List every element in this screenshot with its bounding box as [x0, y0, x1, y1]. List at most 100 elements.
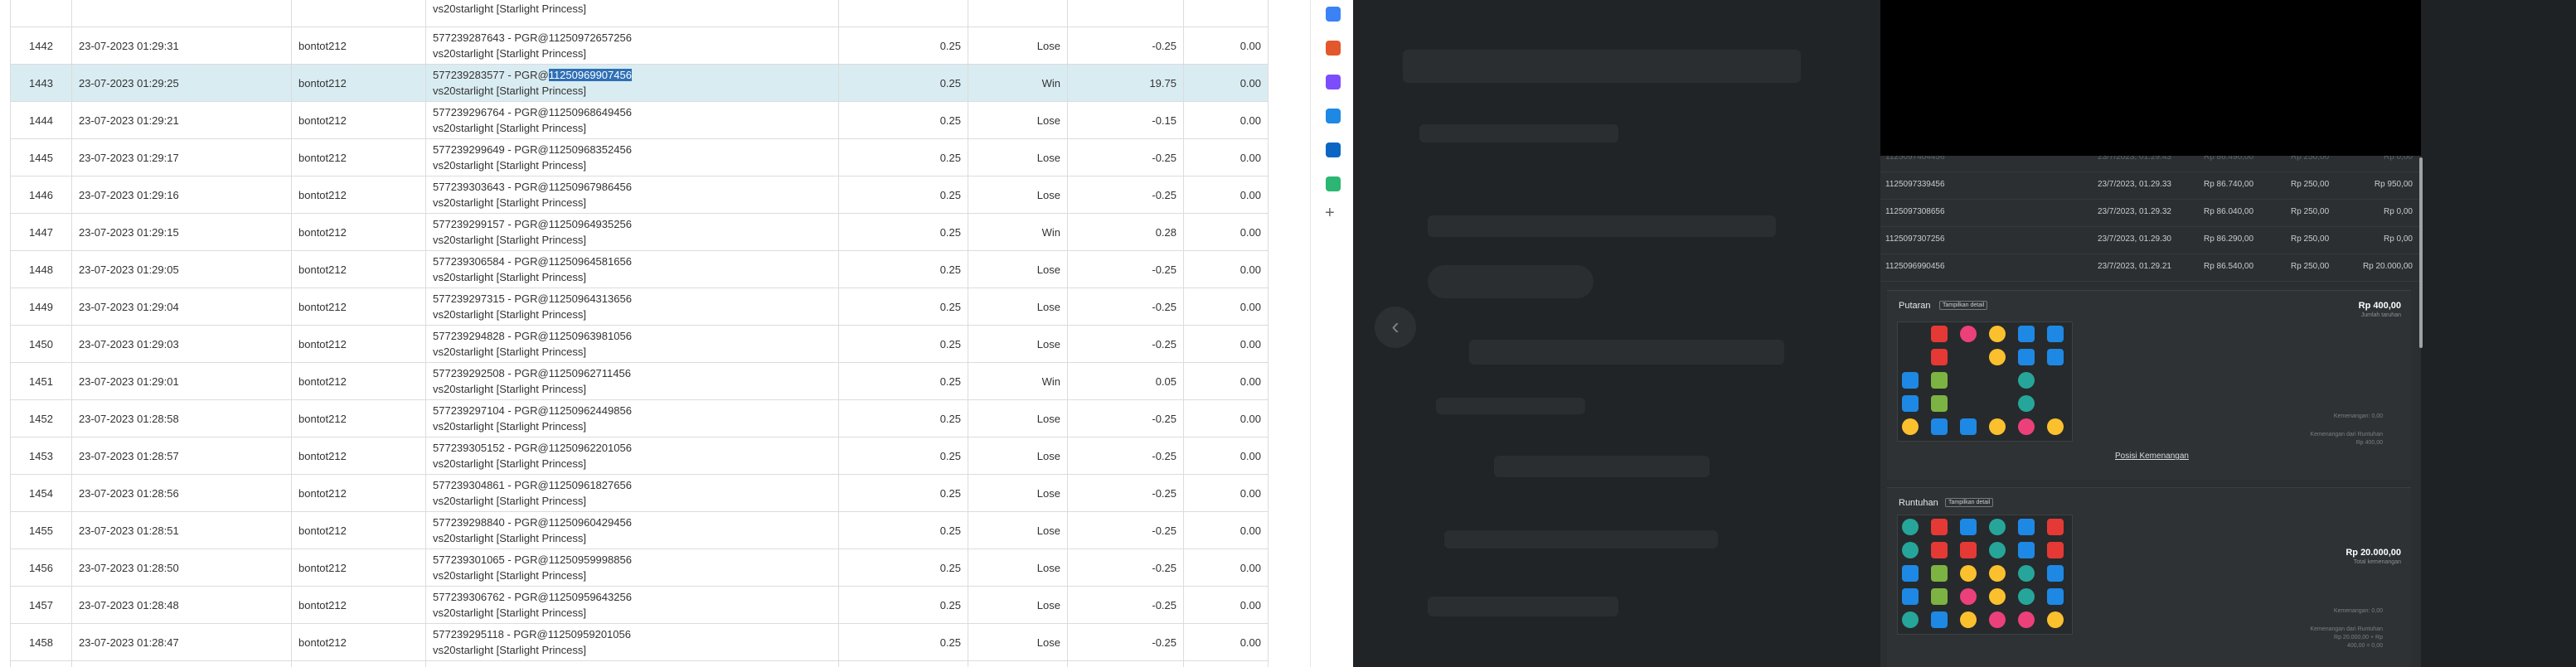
row-profit: -0.25	[1067, 250, 1184, 288]
row-username: bontot212	[291, 176, 426, 214]
globe-icon[interactable]	[1326, 109, 1341, 123]
gem-icon	[1902, 542, 1919, 558]
history-row[interactable]: 1125097339456 23/7/2023, 01.29.33 Rp 86.74…	[1880, 172, 2419, 200]
runtuhan-note-2: Kemenangan dari Runtuhan	[2310, 626, 2383, 632]
history-balance: Rp 86.490,00	[2204, 156, 2254, 162]
toolbox-icon[interactable]	[1326, 41, 1341, 56]
table-row[interactable]: 1449 23-07-2023 01:29:04 bontot212 57723929…	[10, 288, 1269, 326]
transaction-id-text: 577239292508 - PGR@11250962711456	[433, 367, 631, 379]
gem-icon	[1931, 418, 1948, 435]
row-date: 23-07-2023 01:29:31	[71, 27, 292, 65]
row-detail: 577239292508 - PGR@11250962711456 vs20sta…	[425, 362, 839, 400]
row-number: 1458	[10, 623, 72, 661]
table-row[interactable]: 1458 23-07-2023 01:28:47 bontot212 57723929…	[10, 623, 1269, 661]
row-game-name: vs20starlight [Starlight Princess]	[433, 47, 586, 60]
gem-icon	[1989, 542, 2006, 558]
table-row[interactable]: 1452 23-07-2023 01:28:58 bontot212 57723929…	[10, 399, 1269, 437]
gem-icon	[2047, 326, 2064, 342]
tag-icon[interactable]	[1326, 7, 1341, 22]
table-row[interactable]: 1457 23-07-2023 01:28:48 bontot212 57723930…	[10, 586, 1269, 624]
row-date: 23-07-2023 01:28:50	[71, 549, 292, 587]
row-number: 1446	[10, 176, 72, 214]
row-number: 1459	[10, 660, 72, 667]
history-win: Rp 0,00	[2383, 207, 2413, 216]
row-balance: 0.00	[1183, 399, 1269, 437]
table-row[interactable]: 1451 23-07-2023 01:29:01 bontot212 57723929…	[10, 362, 1269, 400]
transaction-id-text: 577239301065 - PGR@11250959998856	[433, 553, 632, 566]
row-profit: -0.25	[1067, 660, 1184, 667]
history-bet: Rp 250,00	[2291, 180, 2330, 189]
gem-icon	[2018, 588, 2035, 605]
history-row[interactable]: 1125097308656 23/7/2023, 01.29.32 Rp 86.04…	[1880, 199, 2419, 227]
table-row[interactable]: 1454 23-07-2023 01:28:56 bontot212 57723930…	[10, 474, 1269, 512]
history-scrollbar[interactable]	[2419, 157, 2423, 348]
table-row[interactable]: 1453 23-07-2023 01:28:57 bontot212 57723930…	[10, 437, 1269, 475]
gem-icon	[2018, 372, 2035, 389]
table-row[interactable]: 1447 23-07-2023 01:29:15 bontot212 57723929…	[10, 213, 1269, 251]
row-profit: -0.25	[1067, 549, 1184, 587]
row-number: 1456	[10, 549, 72, 587]
history-date: 23/7/2023, 01.29.30	[2098, 234, 2171, 244]
gem-icon	[1931, 326, 1948, 342]
putaran-note-1: Kemenangan: 0,00	[2333, 413, 2383, 419]
history-bet: Rp 250,00	[2291, 234, 2330, 244]
table-row[interactable]: 1445 23-07-2023 01:29:17 bontot212 57723929…	[10, 138, 1269, 176]
history-win: Rp 950,00	[2374, 180, 2413, 189]
table-row[interactable]: 1448 23-07-2023 01:29:05 bontot212 57723930…	[10, 250, 1269, 288]
transaction-id-text: 577239297315 - PGR@11250964313656	[433, 292, 632, 305]
row-username: bontot212	[291, 362, 426, 400]
gem-icon	[2018, 395, 2035, 412]
history-balance: Rp 86.290,00	[2204, 234, 2254, 244]
transaction-id-text: 577239306762 - PGR@11250959643256	[433, 591, 632, 603]
row-date: 23-07-2023 01:29:15	[71, 213, 292, 251]
back-arrow-button[interactable]: ‹	[1375, 307, 1416, 348]
putaran-symbol-grid	[1897, 321, 2073, 442]
history-row[interactable]: 1125096990456 23/7/2023, 01.29.21 Rp 86.54…	[1880, 254, 2419, 282]
row-bet: 0.25	[838, 437, 968, 475]
table-row[interactable]: 1446 23-07-2023 01:29:16 bontot212 57723930…	[10, 176, 1269, 214]
row-transaction-id: 577239295118 - PGR@11250959201056	[433, 626, 832, 642]
runtuhan-detail-tag[interactable]: Tampilkan detail	[1945, 498, 1994, 507]
row-number: 1448	[10, 250, 72, 288]
table-row[interactable]: 1442 23-07-2023 01:29:31 bontot212 57723928…	[10, 27, 1269, 65]
table-row[interactable]: 1455 23-07-2023 01:28:51 bontot212 57723929…	[10, 511, 1269, 549]
history-row[interactable]: 1125097404456 23/7/2023, 01.29.43 Rp 86.49…	[1880, 156, 2419, 172]
row-balance: 0.00	[1183, 660, 1269, 667]
add-icon[interactable]: +	[1325, 204, 1335, 223]
table-row[interactable]: 1444 23-07-2023 01:29:21 bontot212 57723929…	[10, 101, 1269, 139]
history-row[interactable]: 1125097307256 23/7/2023, 01.29.30 Rp 86.29…	[1880, 226, 2419, 254]
row-profit: -0.25	[1067, 586, 1184, 624]
table-row[interactable]: 1443 23-07-2023 01:29:25 bontot212 57723928…	[10, 64, 1269, 102]
row-number: 1453	[10, 437, 72, 475]
table-row[interactable]: vs20starlight [Starlight Princess]	[10, 0, 1269, 27]
row-transaction-id: 577239292508 - PGR@11250962711456	[433, 365, 832, 381]
table-row[interactable]: 1450 23-07-2023 01:29:03 bontot212 57723929…	[10, 325, 1269, 363]
putaran-detail-tag[interactable]: Tampilkan detail	[1939, 301, 1988, 310]
outlook-icon[interactable]	[1326, 143, 1341, 157]
row-balance: 0.00	[1183, 474, 1269, 512]
row-number: 1454	[10, 474, 72, 512]
row-detail: 577239304861 - PGR@11250961827656 vs20sta…	[425, 474, 839, 512]
runtuhan-amount-sub: Total kemenangan	[2353, 559, 2401, 565]
table-row[interactable]: 1456 23-07-2023 01:28:50 bontot212 57723930…	[10, 549, 1269, 587]
row-transaction-id: 577239297104 - PGR@11250962449856	[433, 403, 832, 418]
row-bet: 0.25	[838, 101, 968, 139]
gem-icon	[1931, 611, 1948, 628]
gem-icon	[1902, 395, 1919, 412]
gem-icon	[1960, 611, 1977, 628]
row-username: bontot212	[291, 325, 426, 363]
row-username: bontot212	[291, 660, 426, 667]
row-date: 23-07-2023 01:28:57	[71, 437, 292, 475]
row-profit: -0.25	[1067, 325, 1184, 363]
blurred-text	[1436, 398, 1585, 414]
winning-position-link[interactable]: Posisi Kemenangan	[2115, 452, 2189, 461]
row-game-name: vs20starlight [Starlight Princess]	[433, 644, 586, 656]
row-detail: 577239299649 - PGR@11250968352456 vs20sta…	[425, 138, 839, 176]
chess-icon[interactable]	[1326, 75, 1341, 89]
history-date: 23/7/2023, 01.29.21	[2098, 262, 2171, 271]
row-date: 23-07-2023 01:29:21	[71, 101, 292, 139]
gem-icon	[1960, 519, 1977, 535]
cart-icon[interactable]	[1326, 176, 1341, 191]
gem-icon	[2018, 418, 2035, 435]
table-row[interactable]: 145923-07-2023 01:28:46bontot21257723928…	[10, 660, 1269, 667]
